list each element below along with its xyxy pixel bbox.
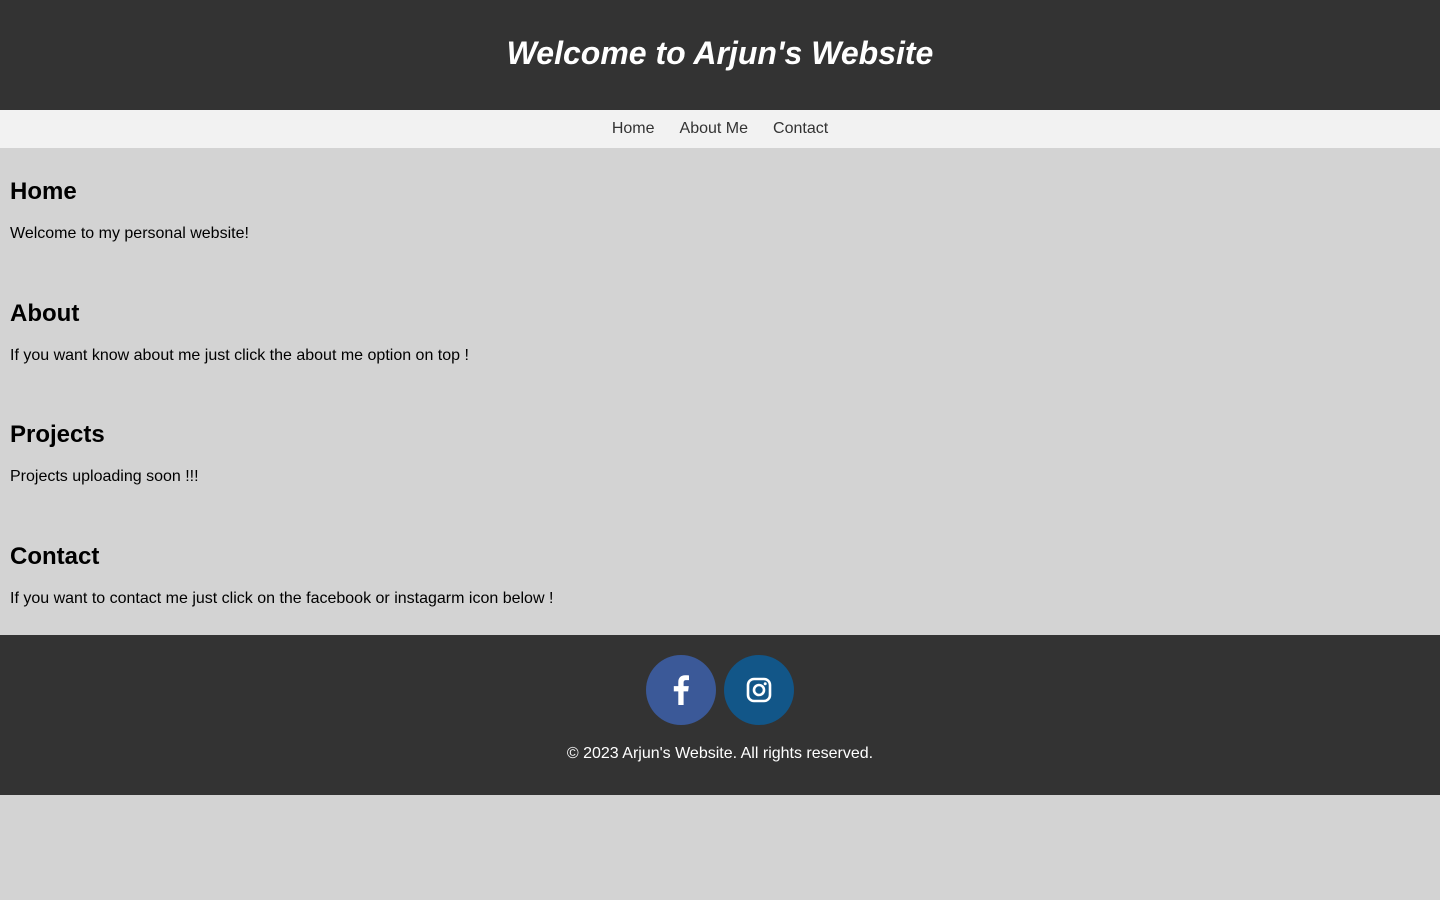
page-title: Welcome to Arjun's Website xyxy=(506,34,934,71)
instagram-button[interactable] xyxy=(724,655,794,725)
nav-bar: Home About Me Contact xyxy=(0,110,1440,148)
main-content: Home Welcome to my personal website! Abo… xyxy=(0,148,1440,634)
social-links xyxy=(0,655,1440,725)
section-heading-projects: Projects xyxy=(10,421,105,448)
section-heading-home: Home xyxy=(10,178,77,205)
section-text-home: Welcome to my personal website! xyxy=(10,225,249,242)
section-heading-contact: Contact xyxy=(10,542,100,570)
facebook-icon xyxy=(672,675,690,705)
section-projects: Projects Projects uploading soon !!! xyxy=(10,391,1430,513)
site-header: Welcome to Arjun's Website xyxy=(0,0,1440,110)
instagram-icon xyxy=(746,677,772,703)
nav-link-about-me[interactable]: About Me xyxy=(680,120,748,138)
nav-link-home[interactable]: Home xyxy=(612,120,655,138)
facebook-button[interactable] xyxy=(646,655,716,725)
section-contact: Contact If you want to contact me just c… xyxy=(10,513,1430,635)
nav-link-contact[interactable]: Contact xyxy=(773,120,828,138)
section-heading-about: About xyxy=(10,299,80,327)
section-text-projects: Projects uploading soon !!! xyxy=(10,468,199,485)
section-text-contact: If you want to contact me just click on … xyxy=(10,589,554,607)
copyright-text: © 2023 Arjun's Website. All rights reser… xyxy=(566,745,874,762)
section-text-about: If you want know about me just click the… xyxy=(10,346,469,364)
section-home: Home Welcome to my personal website! xyxy=(10,148,1430,270)
section-about: About If you want know about me just cli… xyxy=(10,270,1430,392)
site-footer: © 2023 Arjun's Website. All rights reser… xyxy=(0,635,1440,795)
